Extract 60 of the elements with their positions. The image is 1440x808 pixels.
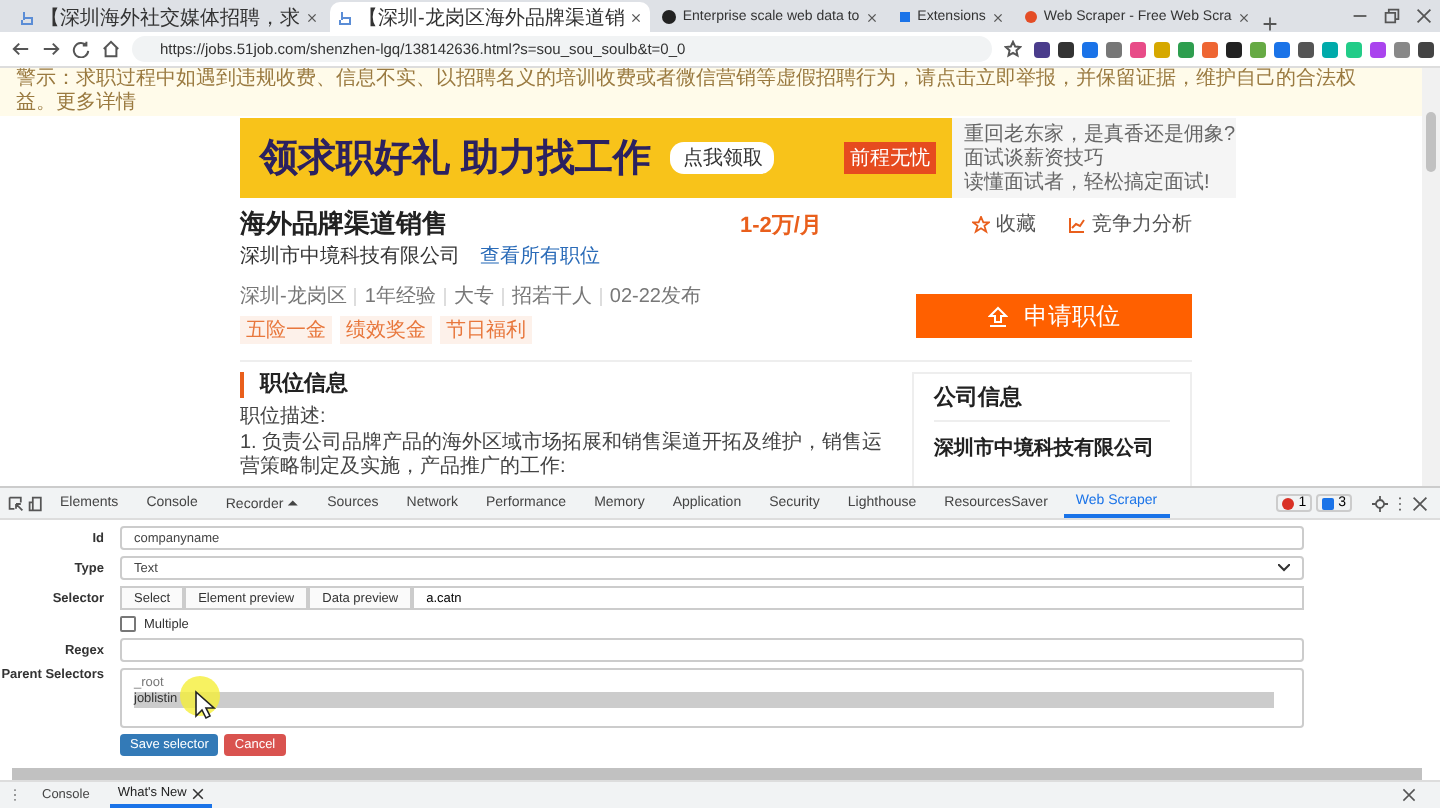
hand-icon: [338, 9, 352, 25]
close-icon[interactable]: [630, 11, 643, 23]
section-heading: 职位信息: [240, 372, 888, 398]
inspect-icon[interactable]: [8, 495, 24, 511]
benefit-tag: 节日福利: [440, 316, 532, 344]
error-icon: [1282, 497, 1295, 509]
back-icon[interactable]: [12, 40, 30, 58]
job-meta: 02-22发布: [609, 284, 701, 310]
banner-button[interactable]: 点我领取: [670, 142, 775, 174]
more-icon[interactable]: [8, 788, 22, 802]
company-name[interactable]: 深圳市中境科技有限公司: [934, 434, 1170, 462]
star-icon: [972, 215, 990, 233]
banner-headline: 领求职好礼 助力找工作: [260, 135, 651, 184]
company-name[interactable]: 深圳市中境科技有限公司: [240, 242, 460, 270]
article-link[interactable]: 面试谈薪资技巧: [964, 147, 1236, 169]
article-link[interactable]: 读懂面试者，轻松搞定面试!: [964, 171, 1236, 193]
scrollbar[interactable]: [1422, 68, 1440, 486]
chart-icon: [1068, 215, 1086, 233]
reload-icon[interactable]: [72, 40, 90, 58]
close-icon[interactable]: [192, 787, 205, 799]
chevron-icon: [1278, 564, 1290, 572]
restore-icon[interactable]: [1384, 8, 1400, 24]
hand-icon: [20, 9, 34, 25]
banner-badge: 前程无忧: [844, 142, 936, 174]
job-title: 海外品牌渠道销售: [240, 206, 450, 242]
benefit-tag: 绩效奖金: [340, 316, 432, 344]
favorite-link[interactable]: 收藏: [972, 210, 1036, 238]
salary: 1-2万/月: [740, 211, 822, 239]
star-icon[interactable]: [1004, 40, 1022, 58]
horizontal-scrollbar[interactable]: [12, 768, 1422, 780]
forward-icon[interactable]: [42, 40, 60, 58]
close-icon[interactable]: [306, 11, 318, 23]
job-meta: 招若干人: [511, 283, 592, 310]
job-meta: 大专: [453, 283, 494, 310]
regex-field[interactable]: [120, 638, 1304, 662]
message-icon: [1322, 497, 1335, 509]
settings-icon[interactable]: [1372, 495, 1388, 511]
close-icon[interactable]: [991, 11, 1004, 23]
article-link[interactable]: 重回老东家，是真香还是佣象?: [964, 123, 1236, 145]
close-icon[interactable]: [1402, 788, 1416, 802]
description-text: 1. 负责公司品牌产品的海外区域市场拓展和销售渠道开拓及维护，销售运营策略制定及实施，产品推广的工作:: [240, 432, 885, 480]
job-meta: 1年经验: [364, 284, 436, 310]
browser-tab[interactable]: 【深圳-龙岗区海外品牌渠道销: [330, 2, 651, 32]
job-meta: 深圳-龙岗区: [240, 283, 347, 310]
promo-banner[interactable]: 领求职好礼 助力找工作 点我领取 前程无忧: [240, 118, 952, 198]
checkbox[interactable]: [120, 616, 136, 632]
home-icon[interactable]: [102, 40, 120, 58]
close-icon[interactable]: [1416, 8, 1432, 24]
new-tab-icon[interactable]: [1261, 16, 1278, 32]
device-icon[interactable]: [28, 495, 44, 511]
panel-heading: 公司信息: [934, 382, 1170, 422]
all-jobs-link[interactable]: 查看所有职位: [480, 242, 600, 270]
close-icon[interactable]: [1237, 11, 1250, 23]
description-label: 职位描述:: [240, 406, 328, 430]
analysis-link[interactable]: 竞争力分析: [1068, 210, 1192, 238]
browser-tab[interactable]: 【深圳海外社交媒体招聘，求: [12, 2, 326, 32]
upload-icon: [988, 305, 1008, 327]
benefit-tag: 五险一金: [240, 316, 332, 344]
close-icon[interactable]: [1412, 495, 1428, 511]
close-icon[interactable]: [865, 11, 878, 23]
